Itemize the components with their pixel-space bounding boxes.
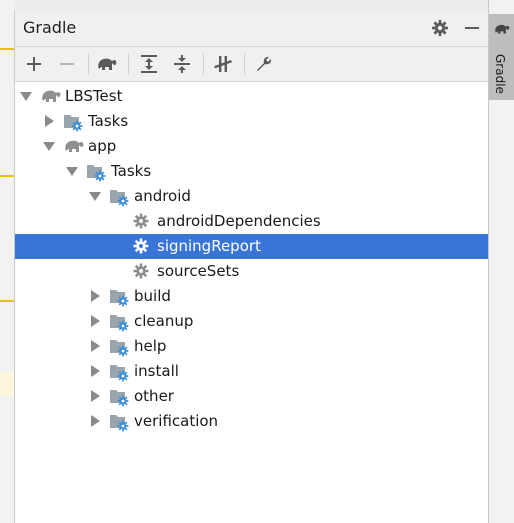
- gradle-toolbar: [15, 47, 488, 82]
- tree-row-label: sourceSets: [157, 262, 240, 280]
- task-folder-icon: [86, 162, 106, 182]
- expand-arrow-icon[interactable]: [91, 365, 100, 377]
- tree-row-label: help: [134, 337, 167, 355]
- tree-row[interactable]: other: [15, 384, 488, 409]
- task-folder-icon: [109, 337, 129, 357]
- tree-row[interactable]: verification: [15, 409, 488, 434]
- gradle-side-tab[interactable]: Gradle: [489, 14, 514, 100]
- toggle-offline-icon[interactable]: [211, 52, 235, 76]
- toolbar-separator: [203, 53, 204, 75]
- task-folder-icon: [63, 112, 83, 132]
- gradle-elephant-icon: [495, 24, 510, 34]
- task-folder-icon: [109, 187, 129, 207]
- editor-edge-strip: [0, 0, 15, 523]
- settings-gear-icon[interactable]: [429, 17, 451, 39]
- tree-row[interactable]: cleanup: [15, 309, 488, 334]
- tree-row[interactable]: app: [15, 134, 488, 159]
- gradle-tool-window: Gradle LBSTest Tasks app Tasks android a…: [15, 10, 488, 523]
- expand-arrow-icon[interactable]: [91, 315, 100, 327]
- tree-row-label: build: [134, 287, 171, 305]
- tree-row[interactable]: LBSTest: [15, 84, 488, 109]
- panel-header: Gradle: [15, 10, 488, 47]
- expand-arrow-icon[interactable]: [45, 115, 54, 127]
- gradle-project-icon: [63, 137, 84, 157]
- tree-row[interactable]: install: [15, 359, 488, 384]
- tree-row-label: Tasks: [88, 112, 129, 130]
- tree-row-label: LBSTest: [65, 87, 123, 105]
- expand-arrow-icon[interactable]: [91, 340, 100, 352]
- tree-row-label: cleanup: [134, 312, 194, 330]
- side-tab-label: Gradle: [493, 54, 507, 94]
- tree-row-label: install: [134, 362, 179, 380]
- tree-row[interactable]: build: [15, 284, 488, 309]
- expand-arrow-icon[interactable]: [91, 415, 100, 427]
- collapse-arrow-icon[interactable]: [43, 142, 55, 151]
- task-folder-icon: [109, 362, 129, 382]
- tree-row-label: other: [134, 387, 174, 405]
- wrench-icon[interactable]: [252, 52, 276, 76]
- collapse-arrow-icon[interactable]: [20, 92, 32, 101]
- toolbar-separator: [128, 53, 129, 75]
- tree-row[interactable]: Tasks: [15, 109, 488, 134]
- editor-marker: [0, 175, 14, 177]
- toolbar-separator: [88, 53, 89, 75]
- toolbar-separator: [244, 53, 245, 75]
- collapse-arrow-icon[interactable]: [66, 167, 78, 176]
- task-folder-icon: [109, 412, 129, 432]
- task-folder-icon: [109, 287, 129, 307]
- editor-marker: [0, 300, 14, 302]
- tree-row-label: verification: [134, 412, 219, 430]
- task-gear-icon: [132, 212, 152, 232]
- gradle-elephant-icon[interactable]: [95, 52, 119, 76]
- collapse-arrow-icon[interactable]: [89, 192, 101, 201]
- editor-highlight: [0, 372, 14, 396]
- editor-marker: [0, 48, 14, 50]
- right-tool-strip: Gradle: [488, 0, 514, 523]
- task-gear-icon: [132, 237, 152, 257]
- tree-row-label: androidDependencies: [157, 212, 321, 230]
- task-gear-icon: [132, 262, 152, 282]
- collapse-all-icon[interactable]: [170, 52, 194, 76]
- gradle-project-icon: [40, 87, 61, 107]
- add-icon[interactable]: [22, 52, 46, 76]
- task-folder-icon: [109, 387, 129, 407]
- tree-row[interactable]: Tasks: [15, 159, 488, 184]
- task-folder-icon: [109, 312, 129, 332]
- tree-row[interactable]: signingReport: [15, 234, 488, 259]
- tree-row-label: Tasks: [111, 162, 152, 180]
- expand-all-icon[interactable]: [137, 52, 161, 76]
- minimize-icon[interactable]: [461, 17, 483, 39]
- expand-arrow-icon[interactable]: [91, 290, 100, 302]
- gradle-task-tree: LBSTest Tasks app Tasks android androidDepend…: [15, 82, 488, 523]
- tree-row[interactable]: sourceSets: [15, 259, 488, 284]
- panel-title: Gradle: [23, 18, 77, 37]
- tree-row-label: app: [88, 137, 117, 155]
- remove-icon[interactable]: [55, 52, 79, 76]
- tree-row-label: android: [134, 187, 191, 205]
- expand-arrow-icon[interactable]: [91, 390, 100, 402]
- tree-row[interactable]: androidDependencies: [15, 209, 488, 234]
- tree-row-label: signingReport: [157, 237, 261, 255]
- tree-row[interactable]: android: [15, 184, 488, 209]
- tree-row[interactable]: help: [15, 334, 488, 359]
